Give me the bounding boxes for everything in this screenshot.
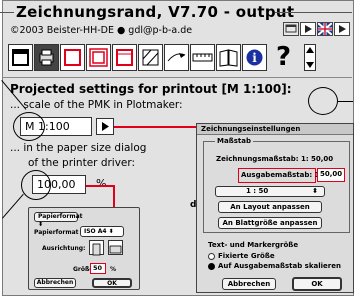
landscape-button[interactable]	[108, 240, 123, 255]
drawing-scale-label: Zeichnungsmaßstab: 1:	[216, 155, 309, 163]
settings-dialog-title: Zeichnungseinstellungen	[197, 124, 353, 135]
size-field[interactable]: 50	[90, 263, 106, 274]
play-icon[interactable]	[300, 22, 316, 36]
window-icon-glyph	[285, 24, 297, 33]
arrow-tool-button[interactable]	[164, 44, 189, 71]
output-scale-label: Ausgabemaßstab: 1:	[241, 171, 323, 179]
window-icon[interactable]	[283, 22, 299, 36]
output-scale-field[interactable]: 50,00	[317, 168, 345, 182]
title-rule-right	[275, 12, 352, 13]
copyright-line: ©2003 Beister-HH-DE ● gdl@p-b-a.de	[10, 25, 193, 36]
text-marker-group-label: Text- und Markergröße	[208, 241, 299, 249]
title-rule-left	[0, 12, 14, 13]
ruler-icon	[192, 53, 213, 62]
scale-callout-circle	[13, 112, 45, 141]
select-arrows-icon: ⬍	[106, 228, 114, 235]
settings-ok-button[interactable]: OK	[292, 277, 342, 291]
arrow-icon	[167, 53, 186, 62]
scale-select[interactable]: 1 : 50 ⬍	[215, 186, 325, 197]
portrait-button[interactable]	[89, 240, 104, 256]
fit-sheet-button[interactable]: An Blattgröße anpassen	[218, 217, 322, 229]
size-unit: %	[110, 266, 117, 273]
landscape-icon	[109, 245, 122, 254]
info-icon: i	[246, 49, 263, 66]
ruler-tool-button[interactable]	[190, 44, 215, 71]
percent-callout-circle	[21, 170, 51, 200]
paper-format-row-label: Papierformat	[34, 229, 79, 236]
frame-tool-button[interactable]	[8, 44, 33, 71]
scale-select-arrows-icon: ⬍	[312, 187, 318, 195]
fixed-size-label: Fixierte Größe	[218, 252, 275, 260]
help-button[interactable]: ?	[268, 44, 299, 71]
book-icon	[219, 49, 238, 67]
scroll-stepper[interactable]	[304, 44, 316, 71]
scale-select-value: 1 : 50	[246, 187, 269, 195]
next-icon-glyph	[339, 25, 346, 33]
flag-icon[interactable]	[317, 22, 333, 36]
plotmaker-scale-text: ... scale of the PMK in Plotmaker:	[10, 99, 183, 111]
paper-size-text: ... in the paper size dialog	[10, 142, 147, 154]
red-frame-icon	[64, 49, 81, 66]
percent-connector-h	[86, 185, 114, 187]
fit-layout-button[interactable]: An Layout anpassen	[218, 201, 322, 213]
svg-text:i: i	[252, 51, 257, 65]
paper-cancel-button[interactable]: Abbrechen	[34, 278, 76, 288]
portrait-icon	[92, 243, 101, 256]
margin-frame-icon	[116, 49, 133, 66]
dialog-edge-text: d	[190, 200, 197, 210]
printer-icon	[39, 49, 54, 66]
margin-frame-tool-button[interactable]	[112, 44, 137, 71]
book-tool-button[interactable]	[216, 44, 241, 71]
double-frame-icon	[89, 48, 108, 67]
heading-leader-line	[337, 101, 353, 102]
scale-to-output-radio[interactable]	[208, 263, 215, 270]
paper-ok-button[interactable]: OK	[92, 278, 132, 288]
paper-format-select[interactable]: ISO A4 ⬍	[80, 226, 124, 237]
settings-cancel-button[interactable]: Abbrechen	[222, 278, 276, 290]
orientation-label: Ausrichtung:	[42, 245, 86, 252]
projected-settings-heading: Projected settings for printout [M 1:100…	[10, 82, 292, 96]
toolbar-separator	[2, 77, 352, 78]
frame-icon	[12, 49, 29, 66]
next-icon[interactable]	[334, 22, 350, 36]
heading-callout-circle	[308, 87, 338, 115]
paper-format-label: Papierformat	[38, 213, 83, 220]
printer-driver-text: of the printer driver:	[28, 157, 136, 169]
play-icon-glyph	[305, 25, 312, 33]
stepper-arrows-icon	[306, 47, 314, 68]
scale-to-output-label: Auf Ausgabemaßstab skalieren	[218, 262, 341, 270]
apply-scale-button[interactable]	[96, 118, 114, 135]
fixed-size-radio[interactable]	[208, 253, 215, 260]
output-tool-button[interactable]	[34, 44, 59, 71]
hatch-tool-button[interactable]	[138, 44, 163, 71]
drawing-scale-value: 50,00	[311, 155, 334, 163]
percent-unit: %	[96, 177, 107, 190]
window-title: Zeichnungsrand, V7.70 - output	[16, 3, 295, 21]
double-frame-tool-button[interactable]	[86, 44, 111, 71]
right-arrow-icon	[102, 122, 109, 131]
popup-arrows-icon: ⬍	[38, 221, 44, 228]
paper-format-popup[interactable]: Papierformat ⬍	[34, 212, 83, 228]
uk-flag-glyph	[317, 22, 333, 36]
hatch-icon	[142, 49, 159, 66]
paper-format-select-value: ISO A4	[84, 228, 107, 235]
red-frame-tool-button[interactable]	[60, 44, 85, 71]
info-button[interactable]: i	[242, 44, 267, 71]
scale-group-label: Maßstab	[215, 137, 253, 145]
